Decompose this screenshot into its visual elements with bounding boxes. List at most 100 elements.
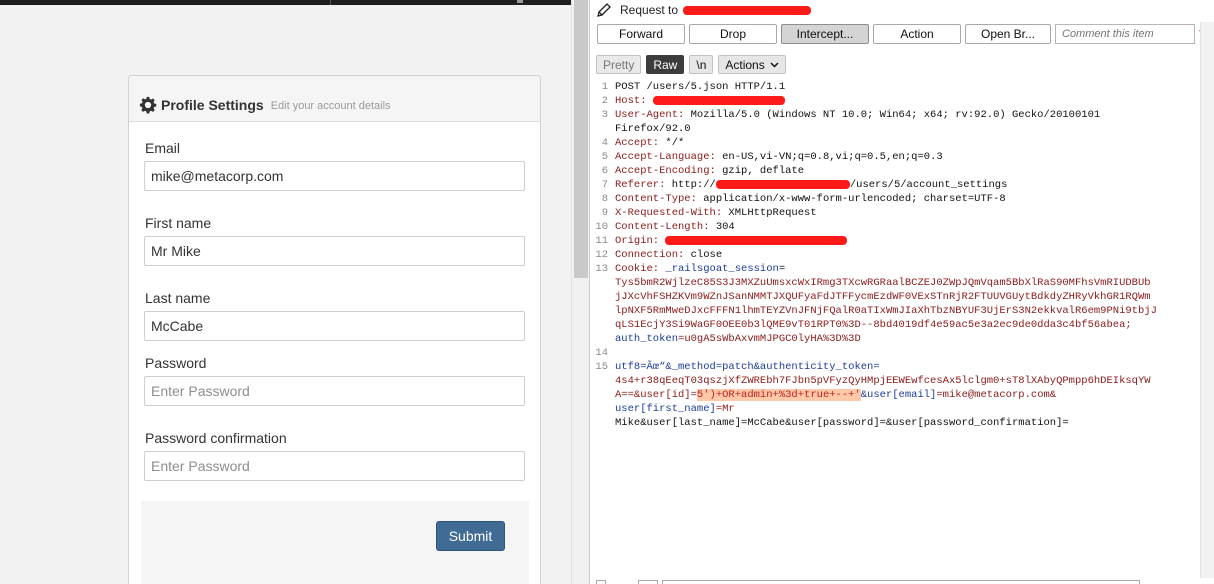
header-key: Accept-Language: <box>615 151 716 163</box>
header-key: Content-Type: <box>615 193 697 205</box>
body-value: =mike@metacorp.com& <box>936 389 1057 401</box>
header-user-agent: User-Agent: Mozilla/5.0 (Windows NT 10.0… <box>615 109 1100 121</box>
line-number: 14 <box>595 347 608 359</box>
raw-tab[interactable]: Raw <box>646 55 685 74</box>
newline-toggle[interactable]: \n <box>689 55 714 74</box>
sqli-payload: 5')+OR+admin+%3d+true+--+' <box>696 389 861 401</box>
header-origin: Origin: <box>615 235 848 247</box>
web-app-pane: Profile Settings Edit your account detai… <box>0 0 571 584</box>
form-actions: Submit <box>141 501 529 584</box>
first-name-input[interactable] <box>144 236 525 266</box>
line-number: 4 <box>601 137 608 149</box>
panel-header: Profile Settings Edit your account detai… <box>129 76 540 122</box>
header-accept-language: Accept-Language: en-US,vi-VN;q=0.8,vi;q=… <box>615 151 943 163</box>
raw-request-editor[interactable]: 1 2 3 4 5 6 7 8 9 10 11 12 13 14 15 POST… <box>590 80 1202 580</box>
first-name-label: First name <box>145 215 212 231</box>
open-browser-button[interactable]: Open Br... <box>965 24 1051 44</box>
actions-menu-button[interactable]: Actions <box>718 55 786 74</box>
cookie-eq: = <box>778 263 786 275</box>
email-label: Email <box>145 140 181 156</box>
header-content-length: Content-Length: 304 <box>615 221 735 233</box>
cookie-auth-token: auth_token=u0gA5sWbAxvmMJPGC0lyHA%3D%3D <box>615 333 861 345</box>
comment-input[interactable] <box>1055 24 1195 44</box>
header-host: Host: <box>615 95 785 107</box>
body-line: 4s4+r38qEeqT03qszjXfZWREbh7FJbn5pVFyzQyH… <box>615 375 1151 387</box>
header-value: XMLHttpRequest <box>722 207 817 219</box>
line-number: 9 <box>601 207 608 219</box>
last-name-label: Last name <box>145 290 211 306</box>
prev-icon[interactable] <box>638 580 658 584</box>
body-line: utf8=Ãœ“&_method=patch&authenticity_toke… <box>615 361 880 373</box>
line-number: 1 <box>601 81 608 93</box>
body-line: A==&user[id]=5')+OR+admin+%3d+true+--+'&… <box>615 389 1056 401</box>
body-param: &user[email] <box>860 389 937 401</box>
line-number: 7 <box>601 179 608 191</box>
cookie-value: =u0gA5sWbAxvmMJPGC0lyHA%3D%3D <box>678 333 861 345</box>
body-value: A==&user[id]= <box>615 389 697 401</box>
header-key: Content-Length: <box>615 221 710 233</box>
bottom-search-bar <box>590 578 1214 584</box>
header-key: Cookie: <box>615 263 660 275</box>
header-connection: Connection: close <box>615 249 722 261</box>
line-number: 12 <box>595 249 608 261</box>
header-value: /users/5/account_settings <box>849 179 1008 191</box>
password-confirmation-input[interactable] <box>144 451 525 481</box>
header-value: http:// <box>665 179 716 191</box>
header-key: Origin: <box>615 235 660 247</box>
header-key: X-Requested-With: <box>615 207 723 219</box>
request-header-row: Request to <box>596 1 812 19</box>
search-input[interactable] <box>662 580 1140 584</box>
password-input[interactable] <box>144 376 525 406</box>
action-button[interactable]: Action <box>873 24 961 44</box>
browser-scrollbar[interactable] <box>571 0 589 584</box>
body-params: utf8=Ãœ“&_method=patch&authenticity_toke… <box>615 361 880 373</box>
top-bar-caret-icon[interactable] <box>517 0 523 3</box>
header-content-type: Content-Type: application/x-www-form-url… <box>615 193 1006 205</box>
header-key: Connection: <box>615 249 685 261</box>
scrollbar-thumb[interactable] <box>574 0 588 278</box>
chevron-down-icon <box>770 61 779 68</box>
pretty-tab[interactable]: Pretty <box>596 55 642 74</box>
redacted-referer-host <box>715 179 850 189</box>
cookie-name: _railsgoat_session <box>659 263 779 275</box>
header-key: Referer: <box>615 179 666 191</box>
submit-button[interactable]: Submit <box>436 521 505 551</box>
request-to-label: Request to <box>620 3 679 17</box>
header-accept: Accept: */* <box>615 137 684 149</box>
header-key: Accept: <box>615 137 660 149</box>
editor-scrollbar[interactable] <box>1200 22 1214 584</box>
header-key: User-Agent: <box>615 109 685 121</box>
drop-button[interactable]: Drop <box>689 24 777 44</box>
cookie-name: auth_token <box>615 333 679 345</box>
profile-settings-panel: Profile Settings Edit your account detai… <box>128 75 541 584</box>
header-cookie: Cookie: _railsgoat_session= <box>615 263 785 275</box>
line-number: 3 <box>601 109 608 121</box>
panel-title: Profile Settings <box>161 96 264 113</box>
header-value: */* <box>659 137 685 149</box>
last-name-input[interactable] <box>144 311 525 341</box>
line-number: 11 <box>595 235 608 247</box>
header-value: 304 <box>709 221 735 233</box>
line-number: 2 <box>601 95 608 107</box>
cookie-value-line: jJXcVhFSHZKVm9WZnJSanNMMTJXQUFyaFdJTFFyc… <box>615 291 1151 303</box>
line-number: 5 <box>601 151 608 163</box>
intercept-toggle-button[interactable]: Intercept... <box>781 24 869 44</box>
header-value: application/x-www-form-urlencoded; chars… <box>696 193 1006 205</box>
password-label: Password <box>145 355 207 371</box>
body-param: user[first_name] <box>615 403 716 415</box>
header-accept-encoding: Accept-Encoding: gzip, deflate <box>615 165 804 177</box>
email-input[interactable] <box>144 161 525 191</box>
line-number: 6 <box>601 165 608 177</box>
line-number: 10 <box>595 221 608 233</box>
redacted-origin <box>665 235 848 245</box>
header-key: Accept-Encoding: <box>615 165 716 177</box>
line-number: 8 <box>601 193 608 205</box>
forward-button[interactable]: Forward <box>597 24 685 44</box>
header-value: gzip, deflate <box>715 165 805 177</box>
cookie-value-line: qLS1EcjY3Si9WaGF0OEE0b3lQME9vT01RPT0%3D-… <box>615 319 1132 331</box>
cookie-value-line: Tys5bmR2WjlzeC85S3J3MXZuUmsxcWxIRmg3TXcw… <box>615 277 1151 289</box>
pencil-icon[interactable] <box>596 2 612 18</box>
help-icon[interactable] <box>596 580 606 584</box>
panel-subtitle: Edit your account details <box>270 99 391 112</box>
header-x-requested-with: X-Requested-With: XMLHttpRequest <box>615 207 817 219</box>
